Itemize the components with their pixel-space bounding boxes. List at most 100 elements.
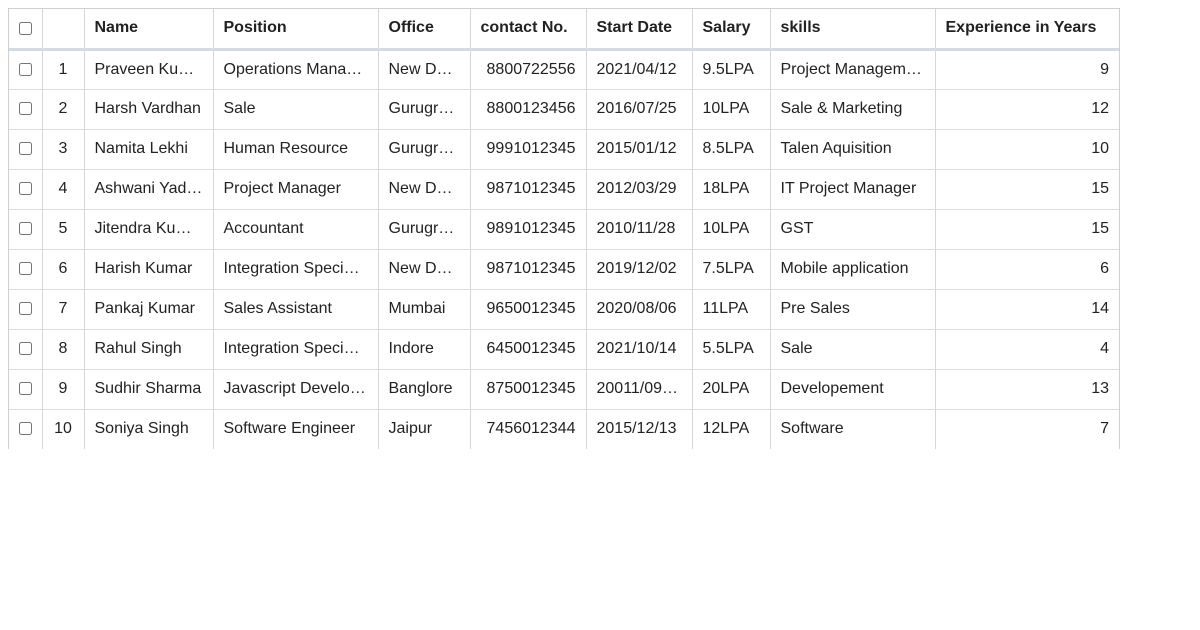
name-cell[interactable]: Soniya Singh (84, 409, 214, 449)
skills-cell[interactable]: Talen Aquisition (770, 129, 936, 170)
contact-cell[interactable]: 9650012345 (470, 289, 587, 330)
row-select-checkbox[interactable] (18, 342, 32, 356)
row-number-cell[interactable]: 8 (42, 329, 85, 370)
table-row[interactable]: 4 Ashwani Yad… Project Manager New Delhi 987… (9, 169, 1119, 210)
office-cell[interactable]: Banglore (378, 369, 471, 410)
salary-cell[interactable]: 8.5LPA (692, 129, 771, 170)
name-cell[interactable]: Jitendra Kumar (84, 209, 214, 250)
contact-cell[interactable]: 9891012345 (470, 209, 587, 250)
contact-cell[interactable]: 9871012345 (470, 169, 587, 210)
start-date-cell[interactable]: 2019/12/02 (586, 249, 693, 290)
position-cell[interactable]: Integration Special… (213, 249, 379, 290)
office-cell[interactable]: New Delhi (378, 169, 471, 210)
row-number-cell[interactable]: 7 (42, 289, 85, 330)
skills-cell[interactable]: Sale & Marketing (770, 89, 936, 130)
table-row[interactable]: 3 Namita Lekhi Human Resource Gurugram 99910… (9, 129, 1119, 170)
office-cell[interactable]: Indore (378, 329, 471, 370)
skills-cell[interactable]: GST (770, 209, 936, 250)
contact-cell[interactable]: 6450012345 (470, 329, 587, 370)
salary-cell[interactable]: 7.5LPA (692, 249, 771, 290)
row-select-checkbox[interactable] (18, 422, 32, 436)
start-date-cell[interactable]: 2021/10/14 (586, 329, 693, 370)
contact-cell[interactable]: 9991012345 (470, 129, 587, 170)
skills-cell[interactable]: Project Management (770, 49, 936, 90)
office-cell[interactable]: New Delhi (378, 49, 471, 90)
position-cell[interactable]: Software Engineer (213, 409, 379, 449)
start-date-cell[interactable]: 2015/01/12 (586, 129, 693, 170)
row-number-cell[interactable]: 1 (42, 49, 85, 90)
position-cell[interactable]: Project Manager (213, 169, 379, 210)
row-select-checkbox[interactable] (18, 302, 32, 316)
skills-cell[interactable]: Software (770, 409, 936, 449)
row-number-cell[interactable]: 6 (42, 249, 85, 290)
start-date-cell[interactable]: 2020/08/06 (586, 289, 693, 330)
table-row[interactable]: 6 Harish Kumar Integration Special… New Del… (9, 249, 1119, 290)
row-number-cell[interactable]: 4 (42, 169, 85, 210)
name-cell[interactable]: Rahul Singh (84, 329, 214, 370)
position-cell[interactable]: Human Resource (213, 129, 379, 170)
row-number-cell[interactable]: 9 (42, 369, 85, 410)
start-date-cell[interactable]: 2012/03/29 (586, 169, 693, 210)
office-cell[interactable]: Jaipur (378, 409, 471, 449)
table-row[interactable]: 1 Praveen Kumar Operations Manager New Delh… (9, 49, 1119, 90)
row-number-cell[interactable]: 2 (42, 89, 85, 130)
select-all-checkbox[interactable] (18, 21, 32, 35)
column-header-contact[interactable]: contact No. (470, 9, 587, 51)
experience-cell[interactable]: 4 (935, 329, 1119, 370)
column-header-experience[interactable]: Experience in Years (935, 9, 1119, 51)
skills-cell[interactable]: Pre Sales (770, 289, 936, 330)
experience-cell[interactable]: 6 (935, 249, 1119, 290)
contact-cell[interactable]: 7456012344 (470, 409, 587, 449)
experience-cell[interactable]: 12 (935, 89, 1119, 130)
experience-cell[interactable]: 7 (935, 409, 1119, 449)
column-header-name[interactable]: Name (84, 9, 214, 51)
table-row[interactable]: 2 Harsh Vardhan Sale Gurugram 8800123456 2016… (9, 89, 1119, 130)
name-cell[interactable]: Ashwani Yad… (84, 169, 214, 210)
start-date-cell[interactable]: 2016/07/25 (586, 89, 693, 130)
position-cell[interactable]: Sales Assistant (213, 289, 379, 330)
office-cell[interactable]: Mumbai (378, 289, 471, 330)
row-select-checkbox[interactable] (18, 382, 32, 396)
contact-cell[interactable]: 8750012345 (470, 369, 587, 410)
experience-cell[interactable]: 14 (935, 289, 1119, 330)
office-cell[interactable]: Gurugram (378, 89, 471, 130)
table-row[interactable]: 8 Rahul Singh Integration Special… Indore 64… (9, 329, 1119, 370)
salary-cell[interactable]: 10LPA (692, 89, 771, 130)
office-cell[interactable]: Gurugram (378, 129, 471, 170)
position-cell[interactable]: Operations Manager (213, 49, 379, 90)
row-select-checkbox[interactable] (18, 182, 32, 196)
row-select-checkbox[interactable] (18, 262, 32, 276)
experience-cell[interactable]: 15 (935, 169, 1119, 210)
table-row[interactable]: 5 Jitendra Kumar Accountant Gurugram 9891012… (9, 209, 1119, 250)
column-header-salary[interactable]: Salary (692, 9, 771, 51)
contact-cell[interactable]: 8800722556 (470, 49, 587, 90)
name-cell[interactable]: Praveen Kumar (84, 49, 214, 90)
position-cell[interactable]: Sale (213, 89, 379, 130)
row-select-checkbox[interactable] (18, 62, 32, 76)
start-date-cell[interactable]: 2010/11/28 (586, 209, 693, 250)
skills-cell[interactable]: Sale (770, 329, 936, 370)
start-date-cell[interactable]: 2015/12/13 (586, 409, 693, 449)
column-header-start-date[interactable]: Start Date (586, 9, 693, 51)
office-cell[interactable]: Gurugram (378, 209, 471, 250)
name-cell[interactable]: Harish Kumar (84, 249, 214, 290)
name-cell[interactable]: Sudhir Sharma (84, 369, 214, 410)
contact-cell[interactable]: 8800123456 (470, 89, 587, 130)
column-header-skills[interactable]: skills (770, 9, 936, 51)
start-date-cell[interactable]: 20011/09/… (586, 369, 693, 410)
skills-cell[interactable]: IT Project Manager (770, 169, 936, 210)
experience-cell[interactable]: 10 (935, 129, 1119, 170)
name-cell[interactable]: Pankaj Kumar (84, 289, 214, 330)
position-cell[interactable]: Javascript Develo… (213, 369, 379, 410)
table-row[interactable]: 9 Sudhir Sharma Javascript Develo… Banglore… (9, 369, 1119, 410)
position-cell[interactable]: Integration Special… (213, 329, 379, 370)
name-cell[interactable]: Namita Lekhi (84, 129, 214, 170)
row-number-cell[interactable]: 5 (42, 209, 85, 250)
salary-cell[interactable]: 18LPA (692, 169, 771, 210)
skills-cell[interactable]: Developement (770, 369, 936, 410)
salary-cell[interactable]: 11LPA (692, 289, 771, 330)
experience-cell[interactable]: 9 (935, 49, 1119, 90)
experience-cell[interactable]: 13 (935, 369, 1119, 410)
salary-cell[interactable]: 5.5LPA (692, 329, 771, 370)
name-cell[interactable]: Harsh Vardhan (84, 89, 214, 130)
